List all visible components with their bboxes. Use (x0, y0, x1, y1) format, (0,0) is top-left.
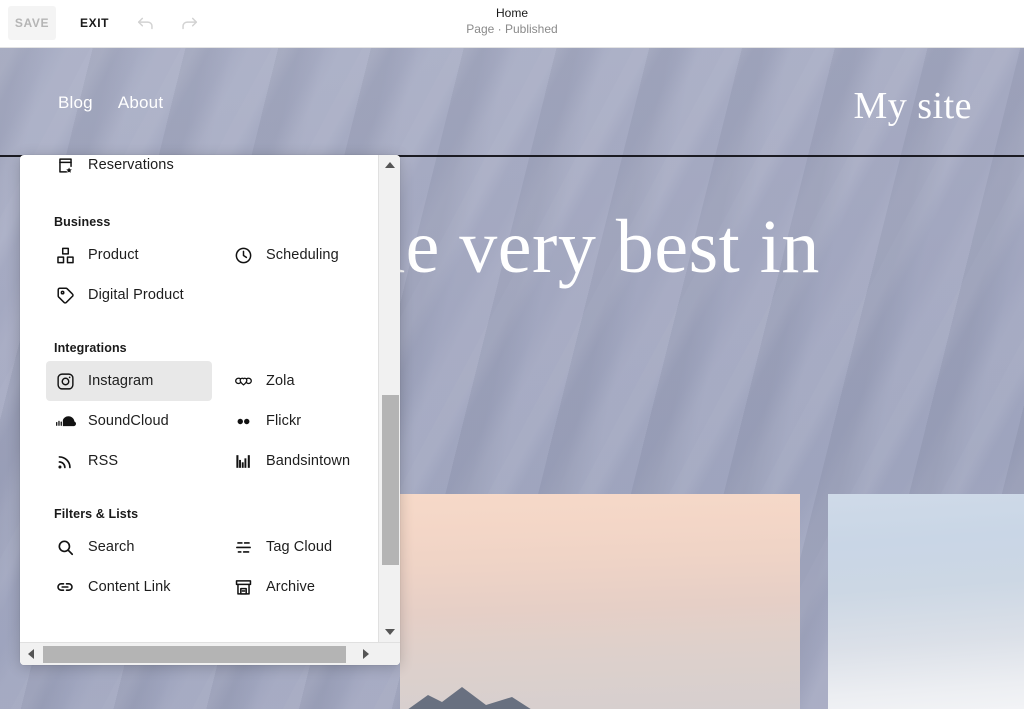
vertical-scrollbar-thumb[interactable] (382, 395, 399, 565)
block-item-scheduling[interactable]: Scheduling (224, 235, 390, 275)
product-blocks-icon (54, 244, 76, 266)
block-item-reservations[interactable]: Reservations (46, 155, 212, 185)
editor-toolbar: SAVE EXIT Home Page · Published (0, 0, 1024, 48)
bandsintown-icon (232, 450, 254, 472)
block-group-integrations: Integrations Instagram Zola SoundCloud F… (20, 341, 398, 481)
mountain-silhouette-icon (408, 687, 531, 709)
block-item-zola[interactable]: Zola (224, 361, 390, 401)
tag-cloud-icon (232, 536, 254, 558)
block-item-rss[interactable]: RSS (46, 441, 212, 481)
group-title-integrations: Integrations (54, 341, 127, 355)
scroll-up-arrow-icon[interactable] (379, 155, 400, 175)
site-nav-links: Blog About (58, 93, 163, 113)
nav-link-about[interactable]: About (118, 93, 163, 113)
block-item-label: Zola (266, 373, 295, 389)
block-item-label: Bandsintown (266, 453, 351, 469)
panel-horizontal-scrollbar[interactable] (20, 642, 400, 665)
clock-icon (232, 244, 254, 266)
block-picker-panel: Reservations Business Product Scheduling… (20, 155, 400, 665)
group-title-business: Business (54, 215, 111, 229)
instagram-camera-icon (54, 370, 76, 392)
block-item-instagram[interactable]: Instagram (46, 361, 212, 401)
price-tag-icon (54, 284, 76, 306)
hero-photo-card-right[interactable] (828, 494, 1024, 709)
block-item-label: Search (88, 539, 135, 555)
block-item-label: Digital Product (88, 287, 184, 303)
block-item-product[interactable]: Product (46, 235, 212, 275)
block-item-label: Product (88, 247, 139, 263)
redo-arrow-icon[interactable] (174, 8, 204, 38)
block-item-tag-cloud[interactable]: Tag Cloud (224, 527, 390, 567)
block-item-search[interactable]: Search (46, 527, 212, 567)
block-item-label: Flickr (266, 413, 302, 429)
scroll-down-arrow-icon[interactable] (379, 622, 400, 642)
site-brand-title[interactable]: My site (853, 84, 972, 128)
block-item-label: Content Link (88, 579, 171, 595)
rss-feed-icon (54, 450, 76, 472)
block-item-soundcloud[interactable]: SoundCloud (46, 401, 212, 441)
block-item-digital-product[interactable]: Digital Product (46, 275, 212, 315)
undo-arrow-icon[interactable] (131, 8, 161, 38)
scroll-left-arrow-icon[interactable] (20, 643, 42, 665)
reservations-form-star-icon (54, 155, 76, 176)
save-button[interactable]: SAVE (8, 6, 56, 40)
scroll-right-arrow-icon[interactable] (355, 643, 377, 665)
block-item-label: Reservations (88, 157, 174, 173)
panel-vertical-scrollbar[interactable] (378, 155, 400, 642)
block-item-bandsintown[interactable]: Bandsintown (224, 441, 390, 481)
block-group-business: Business Product Scheduling Digital Prod… (20, 215, 398, 315)
flickr-dots-icon (232, 410, 254, 432)
nav-link-blog[interactable]: Blog (58, 93, 93, 113)
site-header: Blog About My site (0, 48, 1024, 155)
block-picker-content: Reservations Business Product Scheduling… (20, 155, 398, 619)
block-item-label: Archive (266, 579, 316, 595)
group-title-filters-lists: Filters & Lists (54, 507, 139, 521)
block-group-top-partial: Reservations (20, 155, 398, 185)
block-item-label: SoundCloud (88, 413, 169, 429)
block-item-archive[interactable]: Archive (224, 567, 390, 607)
block-group-filters-lists: Filters & Lists Search Tag Cloud Content… (20, 507, 398, 607)
block-item-label: RSS (88, 453, 119, 469)
horizontal-scrollbar-thumb[interactable] (43, 646, 346, 663)
block-item-flickr[interactable]: Flickr (224, 401, 390, 441)
app-root: SAVE EXIT Home Page · Published Blog Abo… (0, 0, 1024, 709)
block-picker-scroll-viewport: Reservations Business Product Scheduling… (20, 155, 398, 642)
exit-button[interactable]: EXIT (72, 6, 117, 40)
scrollbar-corner (377, 643, 400, 665)
block-item-label: Instagram (88, 373, 154, 389)
block-item-label: Tag Cloud (266, 539, 333, 555)
chain-link-icon (54, 576, 76, 598)
soundcloud-icon (54, 410, 76, 432)
archive-box-icon (232, 576, 254, 598)
magnifier-icon (54, 536, 76, 558)
block-item-content-link[interactable]: Content Link (46, 567, 212, 607)
hero-photo-card-left[interactable] (400, 494, 800, 709)
block-item-label: Scheduling (266, 247, 339, 263)
zola-rings-icon (232, 370, 254, 392)
